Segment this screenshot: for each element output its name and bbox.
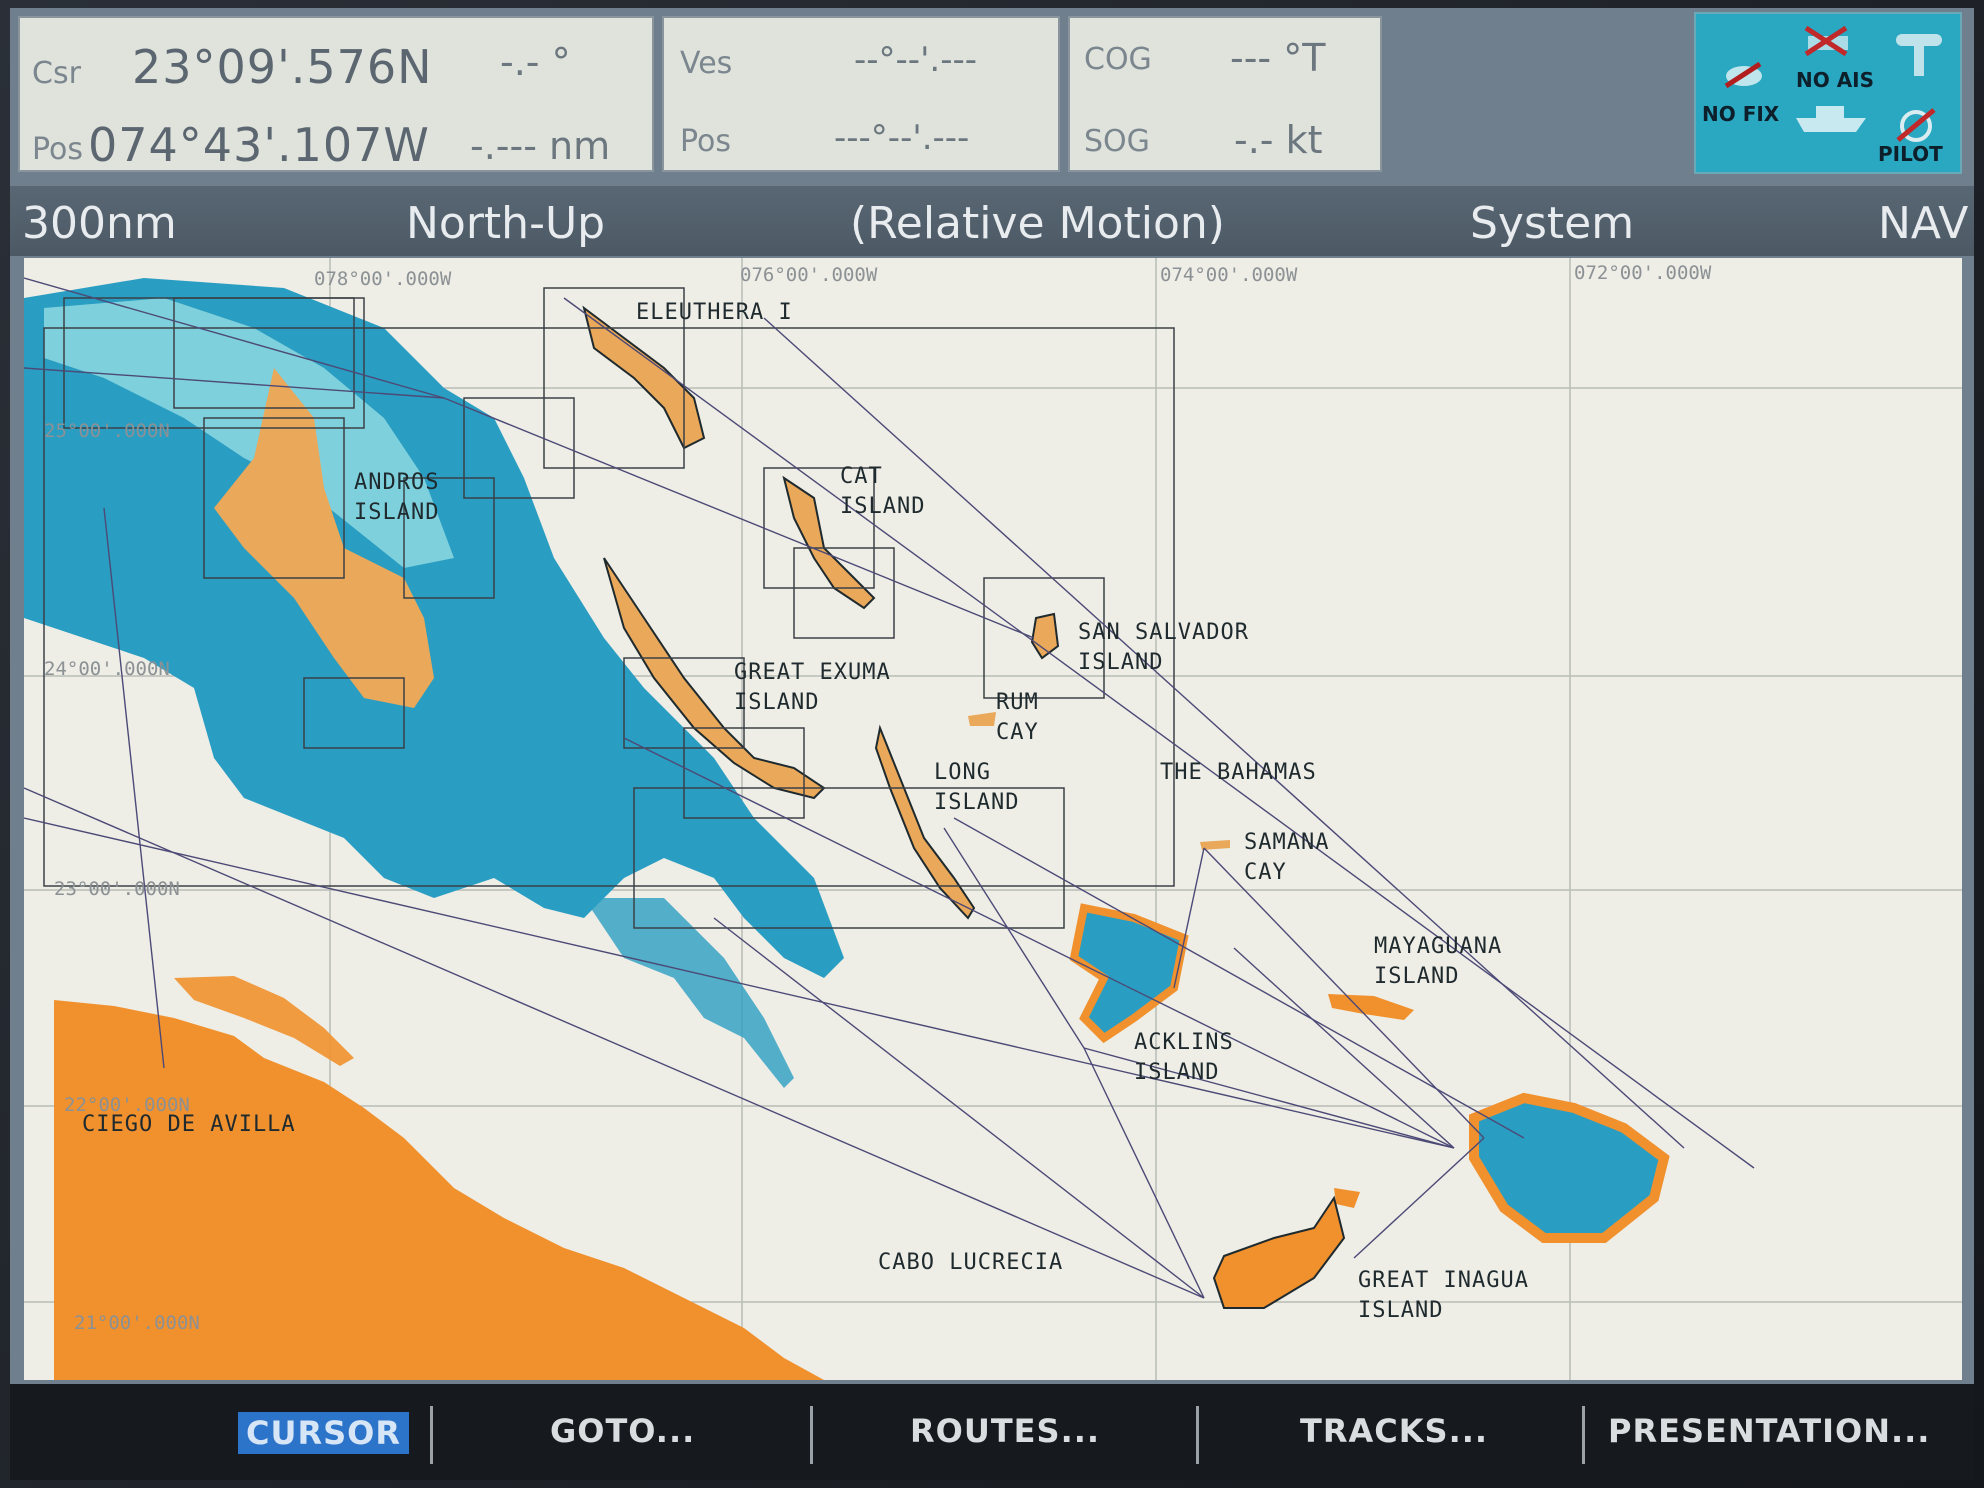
autopilot-icon [1896, 108, 1936, 142]
label-ciego-de-avilla: CIEGO DE AVILLA [82, 1112, 296, 1137]
label-san-salvador: SAN SALVADOR ISLAND [1078, 620, 1249, 675]
datum-indicator: System [1470, 198, 1635, 249]
cursor-softkey[interactable]: CURSOR [238, 1412, 409, 1454]
lon-label-78w: 078°00'.000W [314, 268, 452, 290]
tracks-softkey[interactable]: TRACKS... [1300, 1412, 1488, 1450]
orientation-mode[interactable]: North-Up [406, 198, 605, 249]
lon-label-76w: 076°00'.000W [740, 264, 878, 286]
motion-mode[interactable]: (Relative Motion) [850, 198, 1225, 249]
anchor-icon [1896, 34, 1942, 76]
chartplotter-screen: Csr 23°09'.576N -.- ° Pos 074°43'.107W -… [10, 8, 1974, 1480]
rum-cay-shape [968, 712, 996, 726]
vessel-longitude: ---°--'.--- [834, 118, 970, 158]
ais-icon [1804, 25, 1848, 57]
presentation-softkey[interactable]: PRESENTATION... [1608, 1412, 1930, 1450]
gps-satellite-icon [1724, 61, 1762, 89]
csr-label: Csr [32, 56, 81, 91]
status-panel[interactable]: NO FIX NO AIS PILOT [1694, 12, 1962, 174]
label-great-exuma: GREAT EXUMA ISLAND [734, 660, 891, 715]
nautical-chart [24, 258, 1962, 1380]
cog-sog-panel: COG --- °T SOG -.- kt [1068, 16, 1382, 172]
lat-label-24n: 24°00'.000N [44, 658, 170, 680]
label-cabo-lucrecia: CABO LUCRECIA [878, 1250, 1064, 1275]
sog-label: SOG [1084, 124, 1150, 159]
caicos-islands-shape [1469, 1092, 1670, 1243]
cursor-position-panel: Csr 23°09'.576N -.- ° Pos 074°43'.107W -… [18, 16, 654, 172]
pilot-status: PILOT [1878, 142, 1943, 166]
range-indicator[interactable]: 300nm [22, 198, 177, 249]
eleuthera-island [582, 305, 706, 450]
lon-label-72w: 072°00'.000W [1574, 262, 1712, 284]
no-ais-status: NO AIS [1796, 68, 1875, 92]
lat-label-23n: 23°00'.000N [54, 878, 180, 900]
softkey-divider [1196, 1406, 1199, 1464]
great-inagua-shape [1212, 1195, 1346, 1309]
cursor-distance: -.--- nm [470, 124, 611, 168]
acklins-island-shape [1069, 903, 1189, 1044]
pos-label: Pos [32, 132, 84, 167]
boat-icon [1796, 106, 1866, 132]
softkey-bar: CURSOR GOTO... ROUTES... TRACKS... PRESE… [10, 1384, 1974, 1480]
label-eleuthera: ELEUTHERA I [636, 300, 793, 325]
cog-label: COG [1084, 42, 1152, 77]
sog-value: -.- kt [1234, 118, 1323, 162]
softkey-divider [1582, 1406, 1585, 1464]
label-long-island: LONG ISLAND [934, 760, 1020, 815]
vessel-position-panel: Ves --°--'.--- Pos ---°--'.--- [662, 16, 1060, 172]
lat-label-25n: 25°00'.000N [44, 420, 170, 442]
san-salvador-shape [1030, 612, 1060, 660]
ves-pos-label: Pos [680, 124, 732, 159]
softkey-divider [430, 1406, 433, 1464]
lat-label-21n: 21°00'.000N [74, 1312, 200, 1334]
label-acklins: ACKLINS ISLAND [1134, 1030, 1234, 1085]
cursor-bearing: -.- ° [500, 40, 571, 84]
label-andros-island: ANDROS ISLAND [354, 470, 440, 525]
label-great-inagua: GREAT INAGUA ISLAND [1358, 1268, 1529, 1323]
little-inagua-shape [1334, 1188, 1360, 1208]
nav-mode: NAV [1878, 198, 1969, 249]
label-cat-island: CAT ISLAND [840, 464, 926, 519]
goto-softkey[interactable]: GOTO... [550, 1412, 695, 1450]
lon-label-74w: 074°00'.000W [1160, 264, 1298, 286]
label-rum-cay: RUM CAY [996, 690, 1039, 745]
chart-area[interactable]: 076°00'.000W 074°00'.000W 072°00'.000W 0… [24, 258, 1962, 1380]
mayaguana-island-shape [1328, 994, 1414, 1020]
cursor-latitude: 23°09'.576N [132, 40, 433, 94]
label-the-bahamas: THE BAHAMAS [1160, 760, 1317, 785]
label-samana-cay: SAMANA CAY [1244, 830, 1330, 885]
ves-label: Ves [680, 46, 733, 81]
cursor-longitude: 074°43'.107W [88, 118, 430, 172]
label-mayaguana: MAYAGUANA ISLAND [1374, 934, 1503, 989]
no-fix-status: NO FIX [1702, 102, 1780, 126]
routes-softkey[interactable]: ROUTES... [910, 1412, 1100, 1450]
vessel-latitude: --°--'.--- [854, 40, 978, 80]
softkey-divider [810, 1406, 813, 1464]
cog-value: --- °T [1230, 36, 1326, 80]
chart-title-bar: 300nm North-Up (Relative Motion) System … [10, 186, 1974, 256]
